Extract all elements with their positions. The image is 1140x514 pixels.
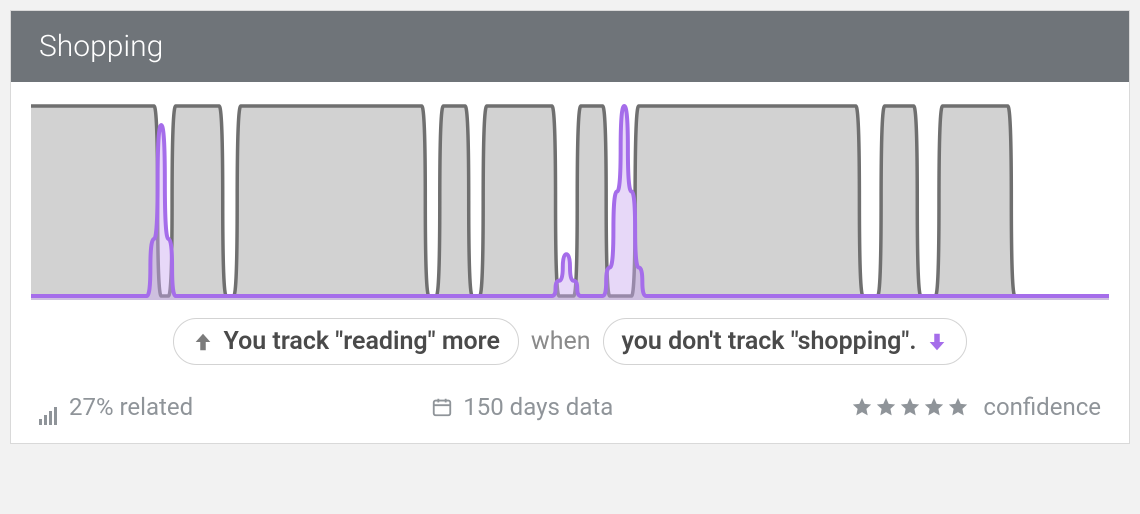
star-icon — [875, 396, 897, 418]
stat-related: 27% related — [39, 393, 193, 421]
bars-icon — [39, 397, 59, 417]
confidence-stars — [851, 396, 969, 418]
calendar-icon — [431, 396, 453, 418]
card-header: Shopping — [11, 11, 1129, 82]
correlation-card: Shopping You track "reading" more when y… — [10, 10, 1130, 444]
arrow-down-icon — [926, 331, 948, 353]
correlation-joiner: when — [531, 327, 591, 356]
chart-area — [11, 82, 1129, 300]
stats-row: 27% related 150 days data confidence — [11, 375, 1129, 443]
stat-related-text: 27% related — [69, 393, 193, 421]
stat-confidence-text: confidence — [983, 393, 1101, 421]
correlation-sentence: You track "reading" more when you don't … — [11, 300, 1129, 375]
star-icon — [851, 396, 873, 418]
arrow-up-icon — [192, 331, 214, 353]
card-title: Shopping — [39, 29, 163, 64]
star-icon — [899, 396, 921, 418]
stat-confidence: confidence — [851, 393, 1101, 421]
correlation-right-pill[interactable]: you don't track "shopping". — [603, 318, 968, 365]
correlation-left-pill[interactable]: You track "reading" more — [173, 318, 519, 365]
stat-days-text: 150 days data — [463, 393, 613, 421]
star-icon — [923, 396, 945, 418]
correlation-right-text: you don't track "shopping". — [622, 327, 917, 356]
star-icon — [947, 396, 969, 418]
stat-days: 150 days data — [431, 393, 613, 421]
correlation-left-text: You track "reading" more — [224, 327, 500, 356]
area-chart — [31, 100, 1109, 300]
